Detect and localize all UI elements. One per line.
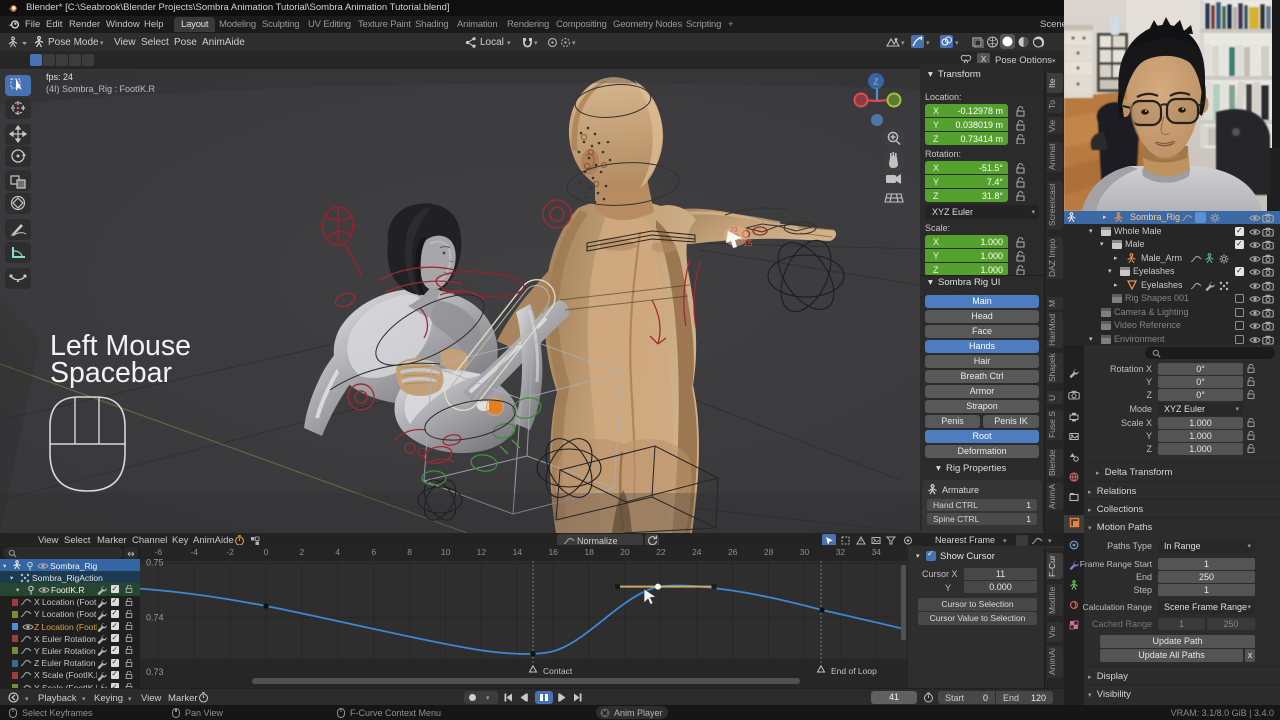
svg-text:28: 28 [764, 547, 774, 557]
svg-text:18: 18 [584, 547, 594, 557]
svg-text:0.74: 0.74 [146, 613, 164, 623]
svg-text:30: 30 [800, 547, 810, 557]
svg-text:2: 2 [300, 547, 305, 557]
svg-text:End of Loop: End of Loop [831, 666, 877, 676]
svg-text:12: 12 [477, 547, 487, 557]
svg-text:4: 4 [335, 547, 340, 557]
svg-text:26: 26 [728, 547, 738, 557]
svg-text:24: 24 [692, 547, 702, 557]
svg-text:16: 16 [548, 547, 558, 557]
svg-text:6: 6 [371, 547, 376, 557]
svg-text:73: 73 [730, 227, 738, 234]
svg-text:0: 0 [264, 547, 269, 557]
svg-text:32: 32 [836, 547, 846, 557]
svg-text:-4: -4 [190, 547, 198, 557]
svg-text:22: 22 [656, 547, 666, 557]
svg-text:-2: -2 [226, 547, 234, 557]
svg-text:15: 15 [743, 238, 753, 248]
svg-text:Contact: Contact [543, 666, 573, 676]
svg-text:34: 34 [872, 547, 882, 557]
svg-text:0.73: 0.73 [146, 667, 164, 677]
svg-text:20: 20 [620, 547, 630, 557]
svg-text:14: 14 [513, 547, 523, 557]
svg-text:0.75: 0.75 [146, 558, 164, 568]
svg-text:10: 10 [441, 547, 451, 557]
svg-text:-6: -6 [155, 547, 163, 557]
svg-text:8: 8 [407, 547, 412, 557]
